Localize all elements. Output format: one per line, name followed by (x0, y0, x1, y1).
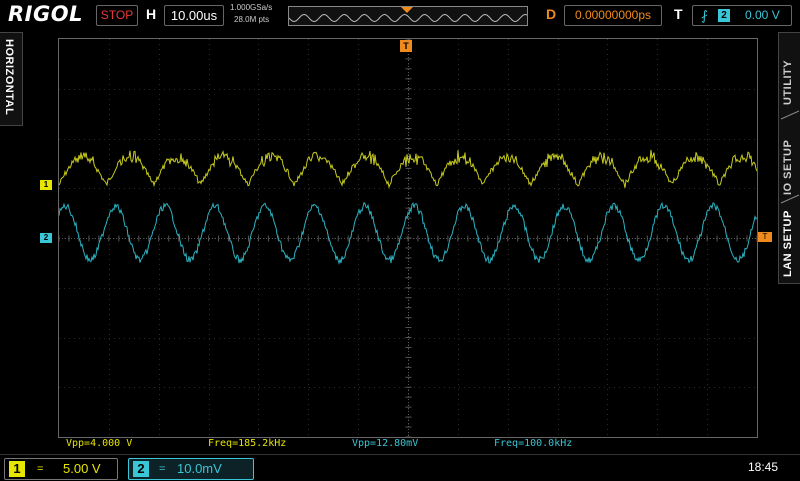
run-stop-indicator[interactable]: STOP (96, 5, 138, 26)
channel-status-bar: 1 = 5.00 V 2 = 10.0mV 18:45 (0, 454, 800, 481)
measurement-ch2-vpp: Vpp=12.80mV (352, 438, 419, 449)
trigger-level-marker[interactable]: T (758, 232, 772, 242)
memory-depth: 28.0M pts (234, 15, 270, 24)
horizontal-label: H (146, 6, 157, 22)
measurement-ch2-freq: Freq=100.0kHz (494, 438, 573, 449)
trigger-label: T (674, 6, 683, 22)
ch1-badge: 1 (9, 461, 25, 477)
ch1-offset-marker[interactable]: 1 (40, 180, 52, 190)
memory-waveform-overview[interactable] (288, 6, 528, 26)
ch2-scale: 10.0mV (177, 461, 222, 476)
rising-edge-icon: ⨏ (701, 8, 708, 23)
memory-overview-trace (288, 13, 528, 23)
horizontal-tab-label: HORIZONTAL (3, 39, 15, 116)
trigger-delay-value[interactable]: 0.00000000ps (564, 5, 662, 26)
graticule (59, 39, 757, 437)
dc-coupling-icon: = (159, 463, 166, 475)
waveform-display[interactable] (58, 38, 758, 438)
graticule-lines (59, 39, 757, 437)
ch1-settings[interactable]: 1 = 5.00 V (4, 458, 118, 480)
ch2-badge: 2 (133, 461, 149, 477)
horizontal-menu-tab[interactable]: HORIZONTAL (0, 32, 23, 126)
trigger-source-badge: 2 (718, 9, 730, 22)
memory-trigger-pointer-icon (401, 7, 413, 13)
top-status-bar: RIGOL STOP H 10.00us 1.000GSa/s 28.0M pt… (0, 0, 800, 30)
ch2-offset-marker[interactable]: 2 (40, 233, 52, 243)
right-menu-tabs: UTILITY IO SETUP LAN SETUP (778, 32, 800, 284)
timebase-value[interactable]: 10.00us (164, 5, 224, 26)
measurement-ch1-vpp: Vpp=4.000 V (66, 438, 133, 449)
ch1-scale: 5.00 V (63, 461, 101, 476)
brand-logo: RIGOL (8, 2, 83, 26)
clock: 18:45 (748, 460, 779, 474)
dc-coupling-icon: = (37, 463, 44, 475)
trigger-level-value: 0.00 V (745, 8, 780, 22)
tab-dividers (780, 110, 800, 204)
memory-overview-svg (288, 7, 528, 23)
trigger-position-marker[interactable]: T (400, 40, 412, 52)
sample-rate: 1.000GSa/s (230, 3, 273, 12)
measurement-ch1-freq: Freq=185.2kHz (208, 438, 287, 449)
ch2-settings[interactable]: 2 = 10.0mV (128, 458, 254, 480)
delay-label: D (546, 6, 557, 22)
trigger-settings-box[interactable]: ⨏ 2 0.00 V (692, 5, 792, 26)
